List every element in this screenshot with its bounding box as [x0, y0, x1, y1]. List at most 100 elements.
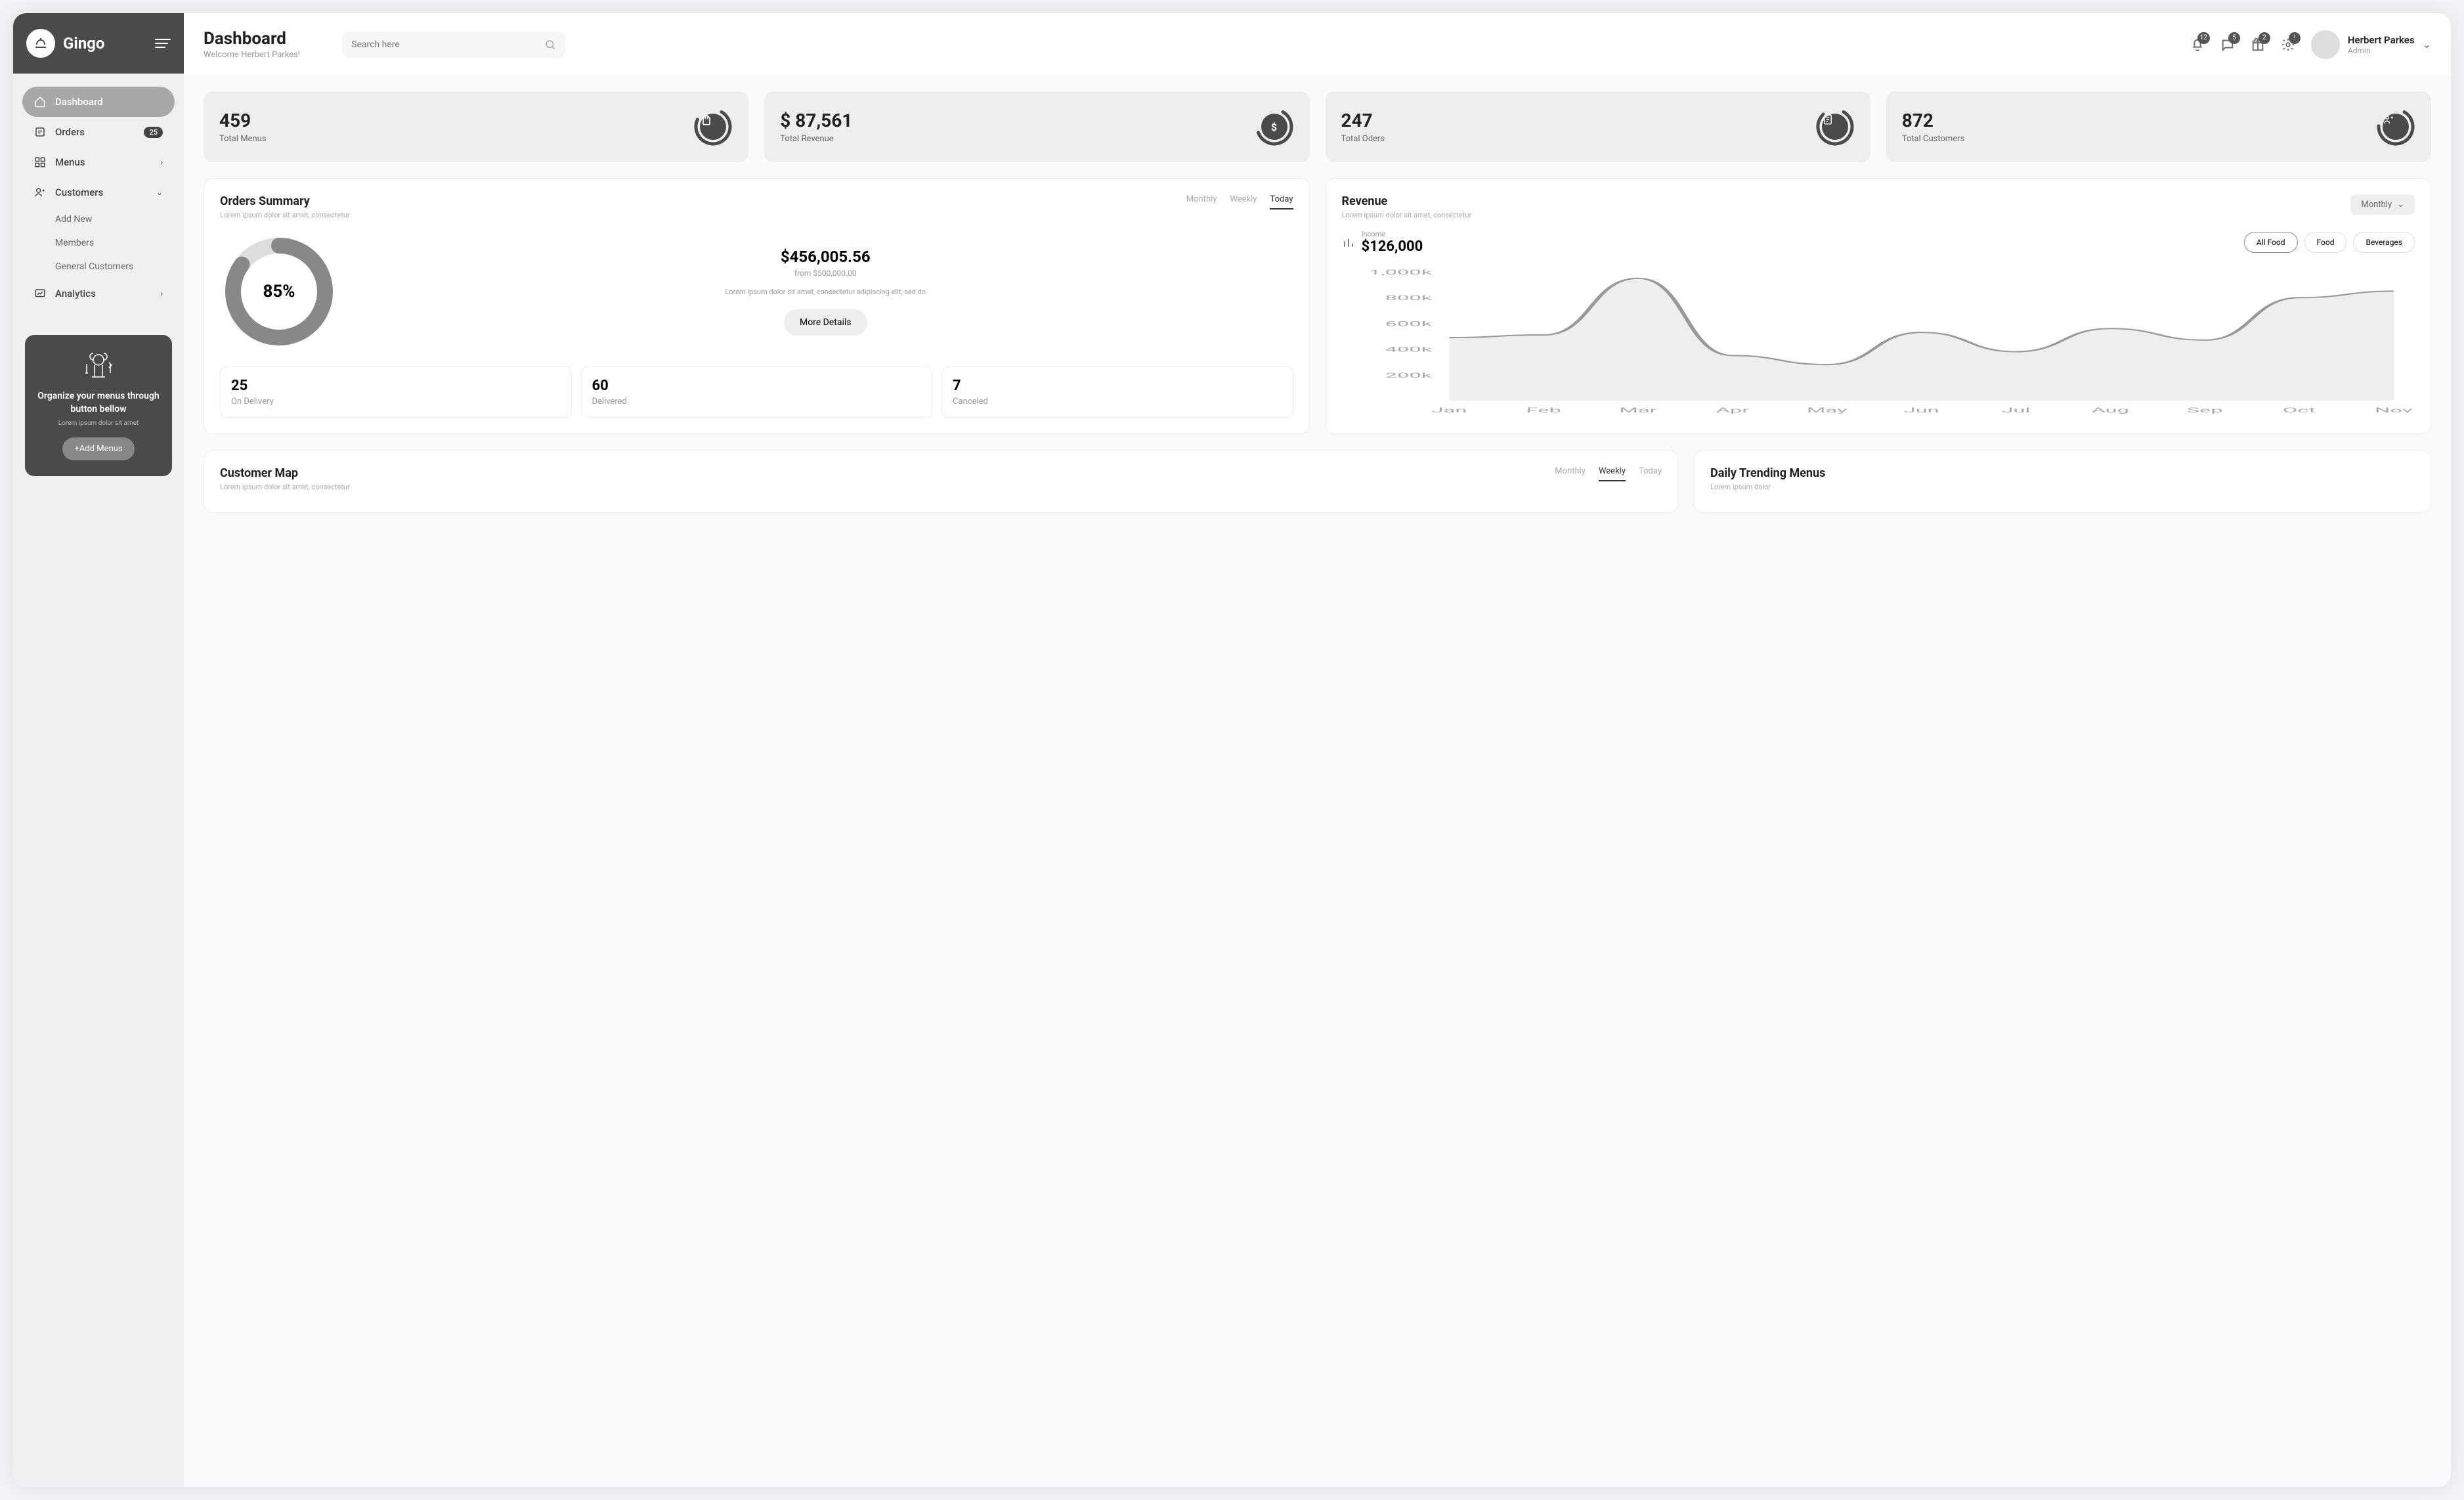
search-box — [342, 32, 565, 58]
card-subtitle: Lorem ipsum dolor — [1710, 483, 2415, 491]
notifications-button[interactable]: 12 — [2190, 37, 2205, 52]
stat-customers: 872 Total Customers — [1886, 91, 2431, 162]
customer-map-tabs: Monthly Weekly Today — [1555, 466, 1662, 481]
orders-desc: Lorem ipsum dolor sit amet, consectetur … — [358, 287, 1293, 298]
chef-icon — [35, 351, 162, 382]
search-icon[interactable] — [544, 39, 556, 51]
pill-beverages[interactable]: Beverages — [2353, 232, 2415, 253]
tab-today[interactable]: Today — [1270, 194, 1293, 210]
revenue-card: Revenue Lorem ipsum dolor sit amet, cons… — [1326, 178, 2432, 434]
svg-text:Jul: Jul — [2001, 407, 2030, 414]
brand-logo — [26, 29, 55, 58]
settings-button[interactable]: ! — [2281, 37, 2295, 52]
chevron-down-icon: ⌄ — [156, 188, 163, 197]
svg-text:Sep: Sep — [2186, 407, 2222, 414]
tab-monthly[interactable]: Monthly — [1555, 466, 1586, 481]
page-welcome: Welcome Herbert Parkes! — [204, 50, 300, 60]
sidebar-item-dashboard[interactable]: Dashboard — [22, 87, 175, 117]
revenue-chart: 200k400k600k800k1,000kJanFebMarAprMayJun… — [1342, 265, 2415, 416]
user-role: Admin — [2348, 46, 2415, 55]
svg-text:Oct: Oct — [2282, 407, 2315, 414]
tab-monthly[interactable]: Monthly — [1186, 194, 1217, 210]
substat-label: Delivered — [592, 397, 922, 407]
revenue-period-dropdown[interactable]: Monthly ⌄ — [2350, 194, 2415, 215]
substat-label: Canceled — [953, 397, 1282, 407]
substat-canceled: 7 Canceled — [941, 366, 1293, 418]
menu-toggle-icon[interactable] — [155, 39, 171, 48]
orders-substats: 25 On Delivery 60 Delivered 7 Canceled — [220, 366, 1293, 418]
stat-value: $ 87,561 — [780, 110, 852, 131]
promo-title: Organize your menus through button bello… — [35, 390, 162, 416]
tab-weekly[interactable]: Weekly — [1599, 466, 1626, 481]
gifts-button[interactable]: 2 — [2251, 37, 2265, 52]
search-input[interactable] — [342, 32, 565, 58]
sidebar-item-menus[interactable]: Menus › — [22, 147, 175, 177]
sidebar-subitem-addnew[interactable]: Add New — [55, 208, 175, 231]
sidebar: Gingo Dashboard Orders 25 Menus › Custom… — [13, 13, 184, 1487]
tab-today[interactable]: Today — [1639, 466, 1662, 481]
pill-food[interactable]: Food — [2304, 232, 2347, 253]
stat-value: 247 — [1341, 110, 1385, 131]
income-label: Income — [1362, 230, 1423, 238]
topbar: Dashboard Welcome Herbert Parkes! 12 5 — [184, 13, 2451, 76]
chevron-right-icon: › — [160, 158, 163, 167]
stat-label: Total Menus — [219, 134, 267, 144]
promo-sub: Lorem ipsum dolor sit amet — [35, 420, 162, 427]
topbar-icons: 12 5 2 ! Herbert Parkes — [2190, 30, 2431, 59]
svg-text:Nov: Nov — [2375, 407, 2413, 414]
sidebar-item-customers[interactable]: Customers ⌄ — [22, 177, 175, 208]
add-menus-button[interactable]: +Add Menus — [62, 437, 134, 460]
messages-button[interactable]: 5 — [2220, 37, 2235, 52]
svg-text:Jan: Jan — [1431, 407, 1467, 414]
svg-text:Mar: Mar — [1619, 407, 1656, 414]
trending-menus-card: Daily Trending Menus Lorem ipsum dolor — [1694, 450, 2431, 513]
orders-amount: $456,005.56 — [358, 248, 1293, 266]
stat-label: Total Customers — [1902, 134, 1965, 144]
sidebar-nav: Dashboard Orders 25 Menus › Customers ⌄ … — [13, 74, 184, 322]
sidebar-item-analytics[interactable]: Analytics › — [22, 278, 175, 309]
card-title: Orders Summary — [220, 194, 350, 208]
svg-text:Jun: Jun — [1903, 407, 1939, 414]
svg-text:200k: 200k — [1385, 372, 1433, 380]
bell-count: 12 — [2197, 32, 2210, 44]
substat-value: 25 — [231, 378, 561, 394]
stats-row: 459 Total Menus $ 87,561 Total Revenue — [204, 76, 2431, 178]
receipt-icon — [1815, 107, 1855, 146]
sidebar-subitem-general[interactable]: General Customers — [55, 255, 175, 278]
chevron-down-icon: ⌄ — [2397, 200, 2404, 210]
promo-card: Organize your menus through button bello… — [25, 335, 172, 476]
brand-header: Gingo — [13, 13, 184, 74]
card-title: Daily Trending Menus — [1710, 466, 2415, 480]
card-subtitle: Lorem ipsum dolor sit amet, consectetur — [1342, 211, 1472, 219]
substat-delivered: 60 Delivered — [581, 366, 933, 418]
substat-label: On Delivery — [231, 397, 561, 407]
sidebar-item-orders[interactable]: Orders 25 — [22, 117, 175, 147]
tab-weekly[interactable]: Weekly — [1230, 194, 1257, 210]
main-area: Dashboard Welcome Herbert Parkes! 12 5 — [184, 13, 2451, 1487]
sidebar-item-label: Orders — [55, 126, 85, 138]
orders-tabs: Monthly Weekly Today — [1186, 194, 1293, 210]
card-subtitle: Lorem ipsum dolor sit amet, consectetur — [220, 483, 350, 491]
chevron-right-icon: › — [160, 289, 163, 298]
sidebar-item-label: Analytics — [55, 288, 96, 299]
donut-percent: 85% — [263, 282, 295, 301]
users-icon — [34, 187, 46, 198]
orders-from: from $500,000.00 — [358, 269, 1293, 278]
more-details-button[interactable]: More Details — [784, 309, 867, 336]
stat-label: Total Oders — [1341, 134, 1385, 144]
chat-count: 5 — [2228, 32, 2240, 44]
grid-icon — [34, 156, 46, 168]
sidebar-subitem-members[interactable]: Members — [55, 231, 175, 255]
svg-text:May: May — [1807, 407, 1848, 414]
dropdown-label: Monthly — [2361, 200, 2392, 210]
stat-label: Total Revenue — [780, 134, 852, 144]
user-menu[interactable]: Herbert Parkes Admin ⌄ — [2311, 30, 2431, 59]
pill-allfood[interactable]: All Food — [2244, 232, 2298, 253]
sidebar-item-label: Customers — [55, 187, 103, 198]
page-heading: Dashboard Welcome Herbert Parkes! — [204, 29, 300, 60]
orders-donut-chart: 85% — [220, 232, 338, 351]
svg-text:600k: 600k — [1385, 320, 1433, 328]
orders-icon — [34, 126, 46, 138]
income-value: $126,000 — [1362, 238, 1423, 255]
customers-icon — [2376, 107, 2415, 146]
